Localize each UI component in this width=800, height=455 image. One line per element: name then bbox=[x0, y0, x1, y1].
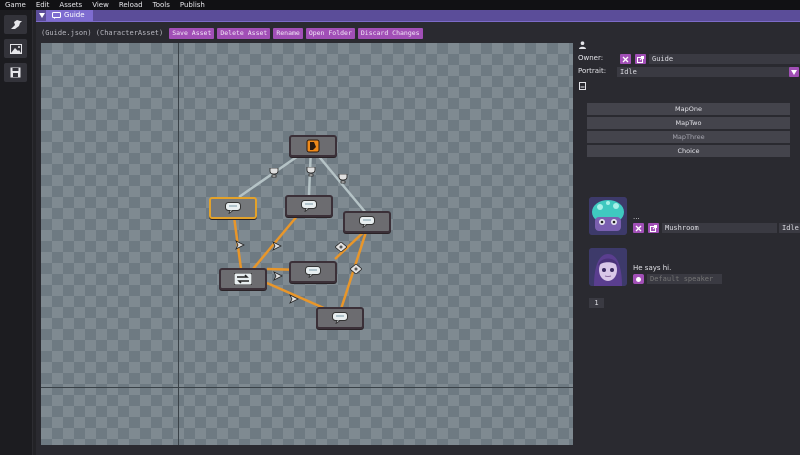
map-icon bbox=[579, 82, 586, 90]
diamond-marker-icon bbox=[350, 264, 362, 274]
dialogue-line-2-text: He says hi. bbox=[633, 264, 672, 272]
portrait-select-value: Idle bbox=[620, 68, 637, 76]
window-title-bar: Guide bbox=[36, 10, 800, 22]
mushroom-avatar bbox=[589, 197, 627, 235]
portrait-select[interactable]: Idle bbox=[617, 67, 790, 77]
menu-reload[interactable]: Reload bbox=[114, 1, 148, 9]
asset-path-label: (Guide.json) (CharacterAsset) bbox=[41, 29, 164, 37]
bird-icon bbox=[10, 19, 22, 29]
guide-portrait-image bbox=[589, 248, 627, 286]
dialogue-node[interactable] bbox=[343, 211, 391, 233]
sidebar-save-button[interactable] bbox=[4, 63, 27, 82]
circle-icon bbox=[636, 276, 641, 282]
open-speaker-button[interactable] bbox=[648, 223, 659, 233]
map-button-maptwo[interactable]: MapTwo bbox=[587, 117, 790, 129]
dialogue-node[interactable] bbox=[209, 197, 257, 219]
speech-bubble-icon bbox=[359, 216, 375, 228]
close-icon bbox=[635, 225, 642, 231]
trophy-marker-icon bbox=[338, 174, 348, 184]
menu-tools[interactable]: Tools bbox=[148, 1, 175, 9]
menu-edit[interactable]: Edit bbox=[31, 1, 55, 9]
arrow-marker-icon bbox=[289, 294, 299, 304]
speech-bubble-icon bbox=[305, 266, 321, 278]
inspector-panel: Owner: Guide Portrait: Idle MapOne MapTw… bbox=[577, 40, 800, 455]
map-button-choice[interactable]: Choice bbox=[587, 145, 790, 157]
toolbar: (Guide.json) (CharacterAsset) Save Asset… bbox=[36, 26, 426, 40]
open-folder-button[interactable]: Open Folder bbox=[305, 27, 355, 39]
external-link-icon bbox=[637, 55, 644, 63]
portrait-label: Portrait: bbox=[578, 67, 607, 75]
pick-speaker-button[interactable] bbox=[633, 274, 644, 284]
trophy-marker-icon bbox=[306, 167, 316, 177]
clear-speaker-button[interactable] bbox=[633, 223, 644, 233]
menu-assets[interactable]: Assets bbox=[54, 1, 87, 9]
image-icon bbox=[9, 43, 22, 54]
portrait-dropdown-button[interactable] bbox=[789, 67, 799, 77]
arrow-marker-icon bbox=[273, 271, 283, 281]
window-tab[interactable]: Guide bbox=[46, 10, 93, 21]
map-button-mapone[interactable]: MapOne bbox=[587, 103, 790, 115]
sidebar-bird-button[interactable] bbox=[4, 15, 27, 34]
edge-d2-to-choice bbox=[252, 208, 304, 270]
mushroom-portrait-image bbox=[589, 197, 627, 235]
speech-bubble-icon bbox=[332, 312, 348, 324]
save-icon bbox=[10, 67, 21, 78]
trophy-marker-icon bbox=[269, 168, 279, 178]
dialogue-node[interactable] bbox=[285, 195, 333, 217]
collapse-triangle-icon[interactable] bbox=[39, 13, 45, 18]
sidebar bbox=[0, 10, 33, 455]
dialogue-line-1-text: ... bbox=[633, 213, 640, 221]
dialogue-node[interactable] bbox=[289, 261, 337, 283]
owner-label: Owner: bbox=[578, 54, 604, 62]
page-number-field[interactable]: 1 bbox=[589, 298, 604, 308]
clear-owner-button[interactable] bbox=[620, 54, 631, 64]
node-graph-canvas[interactable] bbox=[41, 43, 573, 445]
chevron-down-icon bbox=[791, 69, 797, 75]
arrow-marker-icon bbox=[235, 240, 245, 250]
delete-asset-button[interactable]: Delete Asset bbox=[217, 27, 271, 39]
speaker-name-field[interactable]: Mushroom bbox=[662, 223, 777, 233]
speech-bubble-icon bbox=[52, 12, 61, 19]
start-node-icon bbox=[306, 139, 320, 153]
person-icon bbox=[579, 41, 586, 49]
external-link-icon bbox=[650, 224, 657, 232]
speech-bubble-icon bbox=[301, 200, 317, 212]
speaker-portrait-field[interactable]: Idle bbox=[779, 223, 800, 233]
menu-game[interactable]: Game bbox=[0, 1, 31, 9]
speaker-input[interactable] bbox=[647, 274, 722, 284]
sidebar-image-button[interactable] bbox=[4, 39, 27, 58]
asset-window: Guide (Guide.json) (CharacterAsset) Save… bbox=[36, 10, 800, 455]
speech-bubble-icon bbox=[225, 202, 241, 214]
guide-avatar bbox=[589, 248, 627, 286]
arrow-marker-icon bbox=[272, 241, 282, 251]
graph-edges bbox=[231, 145, 369, 311]
diamond-marker-icon bbox=[335, 242, 347, 252]
rename-button[interactable]: Rename bbox=[273, 27, 303, 39]
close-icon bbox=[622, 56, 629, 62]
owner-field[interactable]: Guide bbox=[649, 54, 800, 64]
start-node[interactable] bbox=[289, 135, 337, 157]
choice-node[interactable] bbox=[219, 268, 267, 290]
menu-bar: Game Edit Assets View Reload Tools Publi… bbox=[0, 0, 800, 10]
open-owner-button[interactable] bbox=[635, 54, 646, 64]
menu-publish[interactable]: Publish bbox=[175, 1, 210, 9]
dialogue-node[interactable] bbox=[316, 307, 364, 329]
save-asset-button[interactable]: Save Asset bbox=[169, 27, 215, 39]
swap-arrows-icon bbox=[234, 273, 252, 285]
discard-changes-button[interactable]: Discard Changes bbox=[357, 27, 423, 39]
menu-view[interactable]: View bbox=[87, 1, 114, 9]
window-tab-title: Guide bbox=[64, 11, 85, 19]
map-button-mapthree[interactable]: MapThree bbox=[587, 131, 790, 143]
